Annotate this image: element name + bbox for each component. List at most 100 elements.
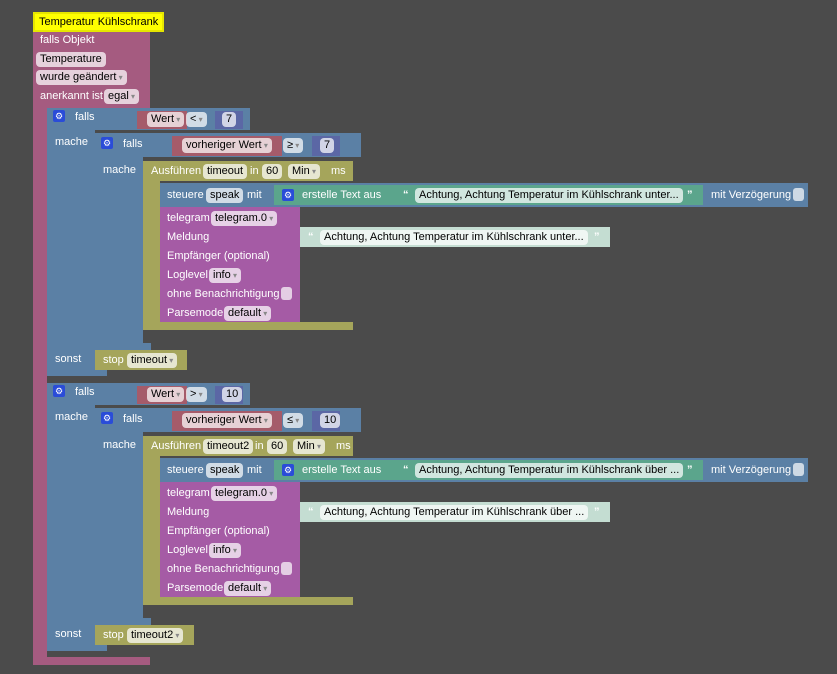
gear-icon[interactable]: ⚙ <box>101 137 113 149</box>
falls-label: falls <box>123 413 143 425</box>
mit-verzoegerung-label: mit Verzögerung <box>711 189 792 201</box>
falls-objekt-label: falls Objekt <box>40 34 95 46</box>
prev-operator-dropdown[interactable]: ≤ <box>283 413 304 428</box>
stop-label: stop <box>103 354 124 366</box>
ack-label: anerkannt ist <box>40 90 103 102</box>
falls-label: falls <box>75 386 95 398</box>
ohne-benachrichtigung-label: ohne Benachrichtigung <box>167 288 280 300</box>
meldung-label: Meldung <box>167 506 210 518</box>
if-else-bottom <box>47 645 107 651</box>
prev-variable-dropdown[interactable]: vorheriger Wert <box>182 413 272 428</box>
prev-number-field[interactable]: 7 <box>320 138 335 153</box>
quote-open-icon: “ <box>308 231 314 243</box>
if-else-bottom <box>47 370 107 376</box>
timeout-strip <box>143 161 160 330</box>
stop-timer-dropdown[interactable]: timeout2 <box>127 628 184 643</box>
ack-dropdown[interactable]: egal <box>104 89 140 104</box>
gear-icon[interactable]: ⚙ <box>282 464 294 476</box>
silent-checkbox[interactable] <box>281 562 292 575</box>
stop-timer-dropdown[interactable]: timeout <box>127 353 178 368</box>
number-field[interactable]: 10 <box>222 387 243 402</box>
sonst-label: sonst <box>55 353 82 365</box>
variable-dropdown[interactable]: Wert <box>147 387 185 402</box>
quote-open-icon: “ <box>403 189 409 201</box>
operator-dropdown[interactable]: < <box>186 112 207 127</box>
falls-label: falls <box>123 138 143 150</box>
mit-label: mit <box>247 189 262 201</box>
quote-open-icon: “ <box>403 464 409 476</box>
gear-icon[interactable]: ⚙ <box>282 189 294 201</box>
message-text-field[interactable]: Achtung, Achtung Temperatur im Kühlschra… <box>320 505 589 520</box>
event-block-strip <box>33 100 47 665</box>
ms-label: ms <box>331 165 346 177</box>
number-field[interactable]: 7 <box>222 112 237 127</box>
quote-close-icon: ” <box>687 464 693 476</box>
loglevel-dropdown[interactable]: info <box>209 268 241 283</box>
telegram-instance-dropdown[interactable]: telegram.0 <box>211 211 278 226</box>
event-comment[interactable]: Temperatur Kühlschrank <box>33 12 165 32</box>
parsemode-dropdown[interactable]: default <box>224 581 272 596</box>
parsemode-label: Parsemode <box>167 307 224 319</box>
empfaenger-label: Empfänger (optional) <box>167 250 270 262</box>
event-block-bottom <box>33 657 150 665</box>
telegram-instance-dropdown[interactable]: telegram.0 <box>211 486 278 501</box>
ms-label: ms <box>336 440 351 452</box>
meldung-label: Meldung <box>167 231 210 243</box>
quote-close-icon: ” <box>687 189 693 201</box>
text-field[interactable]: Achtung, Achtung Temperatur im Kühlschra… <box>415 188 683 203</box>
message-text-field[interactable]: Achtung, Achtung Temperatur im Kühlschra… <box>320 230 588 245</box>
erstelle-label: erstelle Text aus <box>302 464 382 476</box>
prev-number-field[interactable]: 10 <box>320 413 341 428</box>
erstelle-label: erstelle Text aus <box>302 189 382 201</box>
loglevel-label: Loglevel <box>167 269 208 281</box>
in-label: in <box>250 165 259 177</box>
in-label: in <box>255 440 264 452</box>
gear-icon[interactable]: ⚙ <box>101 412 113 424</box>
steuere-label: steuere <box>167 189 204 201</box>
stop-label: stop <box>103 629 124 641</box>
prev-variable-dropdown[interactable]: vorheriger Wert <box>182 138 272 153</box>
timeout-bottom <box>143 322 353 330</box>
telegram-label: telegram <box>167 212 210 224</box>
mache-label: mache <box>55 136 89 148</box>
parsemode-dropdown[interactable]: default <box>224 306 272 321</box>
unit-dropdown[interactable]: Min <box>288 164 320 179</box>
ausfuehren-label: Ausführen <box>151 440 202 452</box>
delay-field[interactable]: 60 <box>262 164 283 179</box>
state-field[interactable]: speak <box>206 188 244 203</box>
mache-label: mache <box>103 164 137 176</box>
delay-checkbox[interactable] <box>793 188 804 201</box>
gear-icon[interactable]: ⚙ <box>53 110 65 122</box>
timer-name-field[interactable]: timeout <box>203 164 248 179</box>
gear-icon[interactable]: ⚙ <box>53 385 65 397</box>
falls-label: falls <box>75 111 95 123</box>
parsemode-label: Parsemode <box>167 582 224 594</box>
delay-checkbox[interactable] <box>793 463 804 476</box>
sonst-label: sonst <box>55 628 82 640</box>
ohne-benachrichtigung-label: ohne Benachrichtigung <box>167 563 280 575</box>
empfaenger-label: Empfänger (optional) <box>167 525 270 537</box>
timer-name-field[interactable]: timeout2 <box>203 439 254 454</box>
timeout-strip <box>143 436 160 605</box>
mache-label: mache <box>103 439 137 451</box>
trigger-dropdown[interactable]: wurde geändert <box>36 70 127 85</box>
prev-operator-dropdown[interactable]: ≥ <box>283 138 304 153</box>
quote-close-icon: ” <box>594 506 600 518</box>
loglevel-dropdown[interactable]: info <box>209 543 241 558</box>
operator-dropdown[interactable]: > <box>186 387 207 402</box>
quote-close-icon: ” <box>594 231 600 243</box>
mache-label: mache <box>55 411 89 423</box>
quote-open-icon: “ <box>308 506 314 518</box>
loglevel-label: Loglevel <box>167 544 208 556</box>
ausfuehren-label: Ausführen <box>151 165 202 177</box>
telegram-label: telegram <box>167 487 210 499</box>
delay-field[interactable]: 60 <box>267 439 288 454</box>
steuere-label: steuere <box>167 464 204 476</box>
silent-checkbox[interactable] <box>281 287 292 300</box>
text-field[interactable]: Achtung, Achtung Temperatur im Kühlschra… <box>415 463 684 478</box>
object-id-field[interactable]: Temperature <box>36 52 106 67</box>
variable-dropdown[interactable]: Wert <box>147 112 185 127</box>
unit-dropdown[interactable]: Min <box>293 439 325 454</box>
state-field[interactable]: speak <box>206 463 244 478</box>
mit-label: mit <box>247 464 262 476</box>
